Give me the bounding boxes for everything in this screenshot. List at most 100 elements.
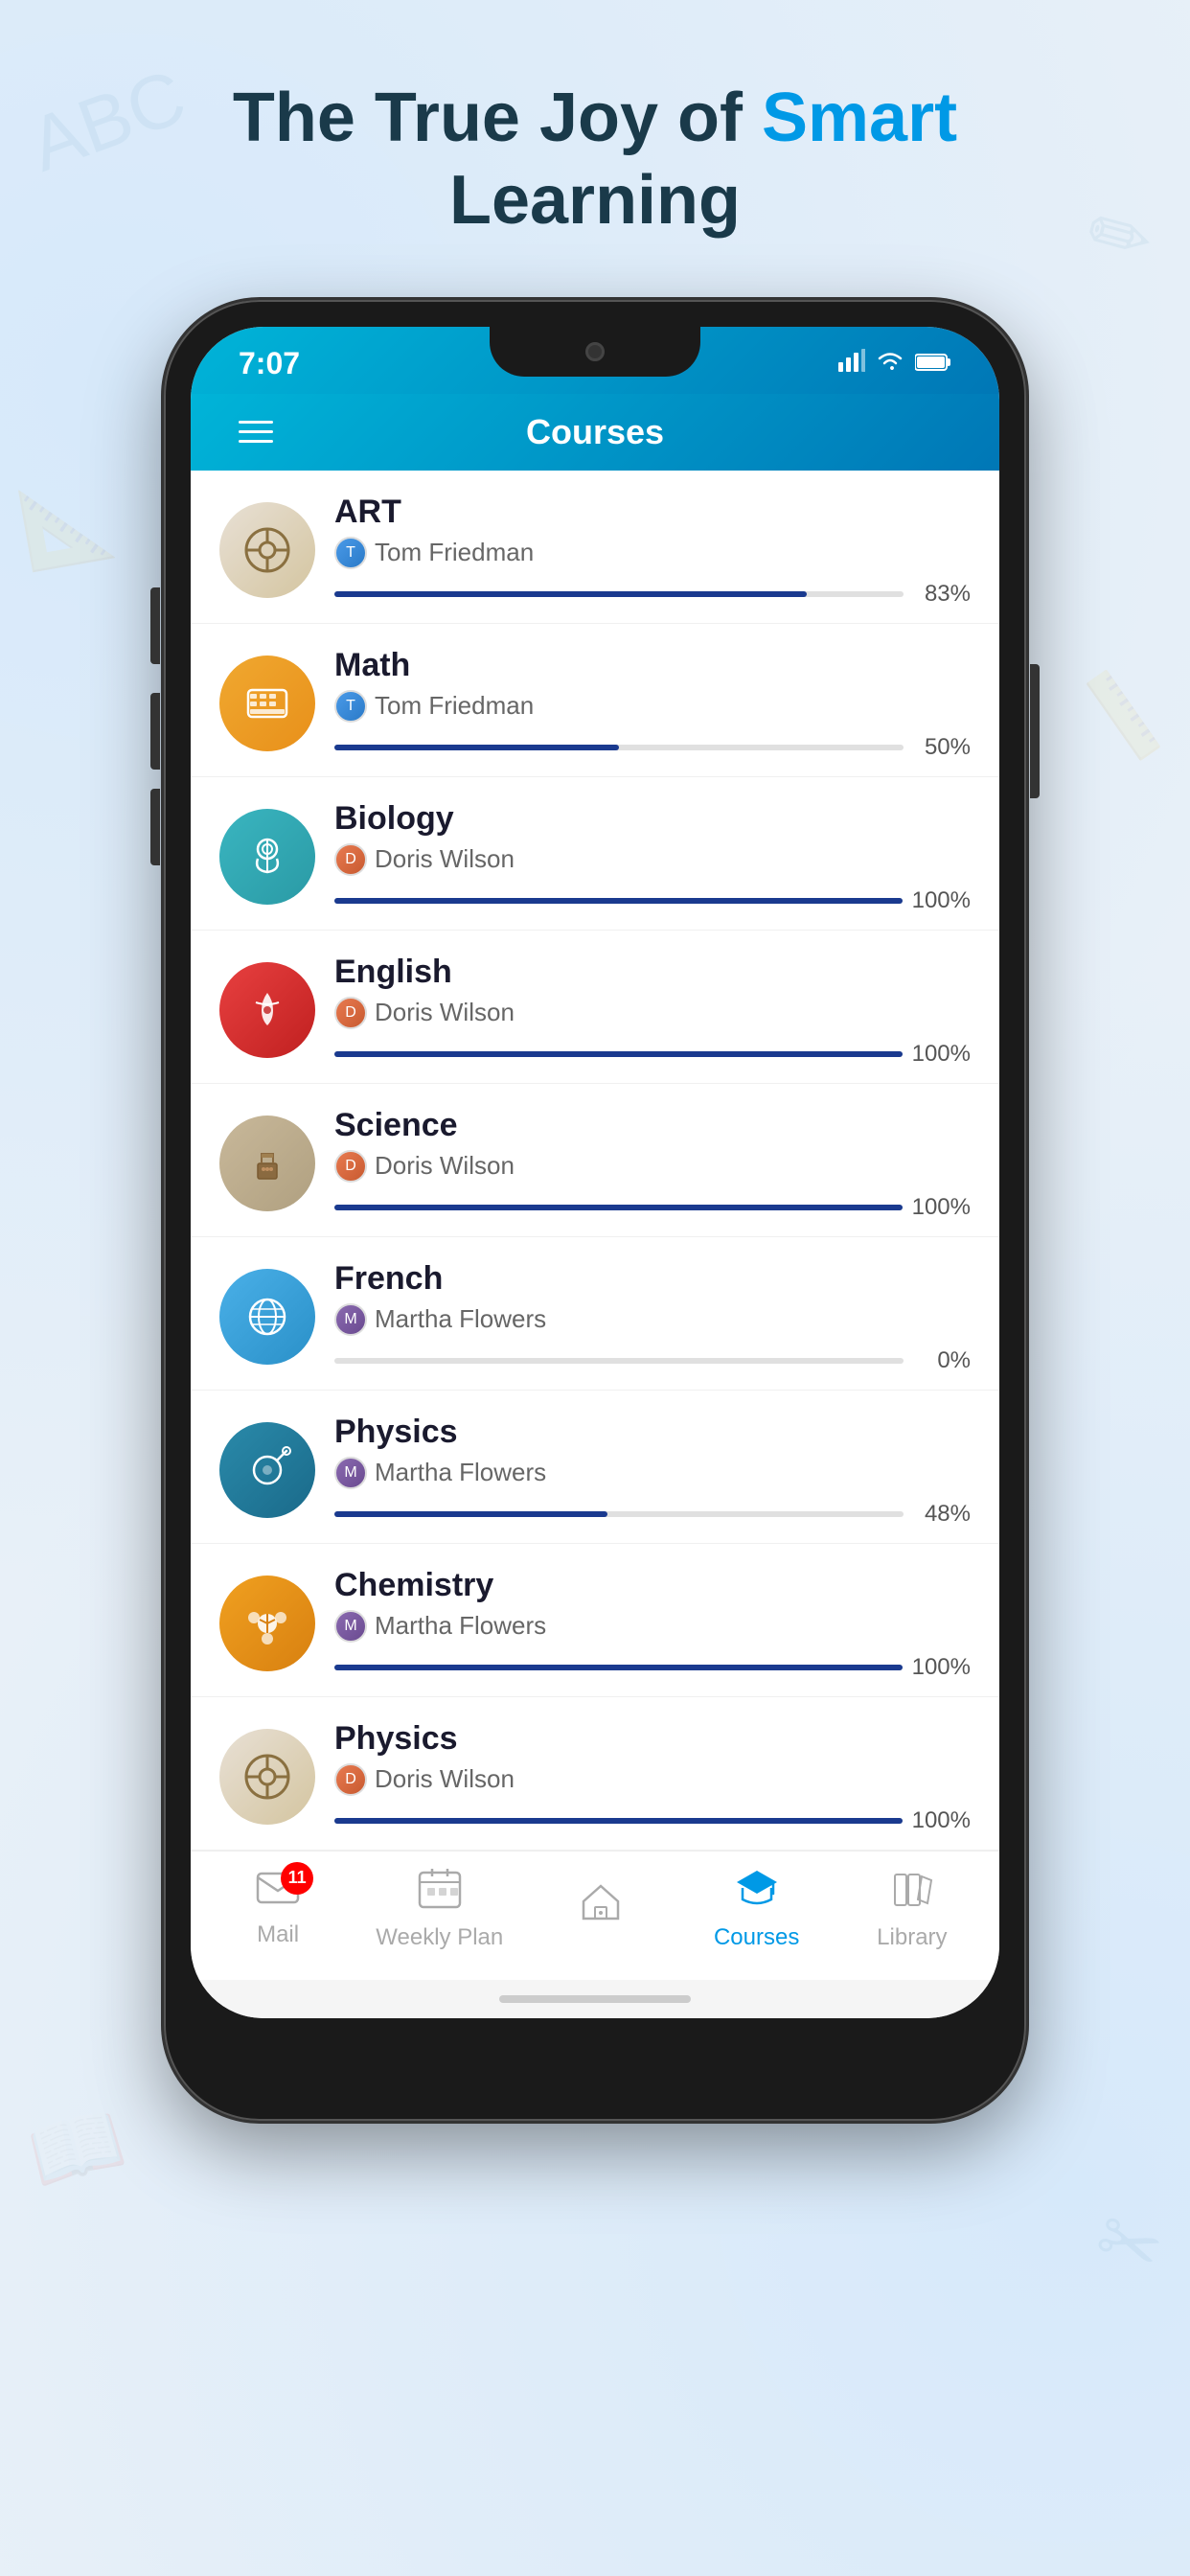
progress-percent-english: 100%: [912, 1041, 971, 1068]
teacher-name-english: Doris Wilson: [375, 998, 515, 1027]
library-icon: [891, 1867, 933, 1919]
teacher-avatar-martha-che: M: [334, 1610, 367, 1643]
tab-weekly-plan[interactable]: Weekly Plan: [376, 1867, 503, 1951]
teacher-name-chemistry: Martha Flowers: [375, 1611, 546, 1641]
teacher-avatar-doris-sci: D: [334, 1150, 367, 1183]
tab-bar: 11 Mail Weekly Plan: [191, 1851, 999, 1980]
teacher-avatar-tom: T: [334, 537, 367, 569]
tab-library[interactable]: Library: [855, 1867, 970, 1951]
course-item-math[interactable]: Math T Tom Friedman 50%: [191, 624, 999, 777]
progress-bar-bg-math: [334, 745, 904, 750]
home-indicator: [191, 1980, 999, 2018]
course-name-physics-doris: Physics: [334, 1720, 971, 1758]
progress-bar-bg-english: [334, 1051, 903, 1057]
progress-bar-fill-art: [334, 591, 807, 597]
teacher-name-math: Tom Friedman: [375, 691, 534, 721]
mail-badge: 11: [281, 1862, 313, 1895]
teacher-name-french: Martha Flowers: [375, 1304, 546, 1334]
phone-screen: 7:07: [191, 327, 999, 2018]
course-teacher-art: T Tom Friedman: [334, 537, 971, 569]
progress-bar-fill-math: [334, 745, 619, 750]
nav-title: Courses: [526, 412, 664, 452]
weekly-plan-icon: [418, 1867, 462, 1919]
tab-mail[interactable]: 11 Mail: [220, 1870, 335, 1948]
teacher-avatar-doris-eng: D: [334, 997, 367, 1029]
course-name-biology: Biology: [334, 800, 971, 838]
course-name-science: Science: [334, 1107, 971, 1144]
course-icon-physics-martha: [219, 1422, 315, 1518]
tab-library-label: Library: [877, 1924, 947, 1951]
teacher-name-science: Doris Wilson: [375, 1151, 515, 1181]
course-name-english: English: [334, 954, 971, 991]
course-item-physics-doris[interactable]: Physics D Doris Wilson 100%: [191, 1697, 999, 1851]
course-item-science[interactable]: Science D Doris Wilson 100%: [191, 1084, 999, 1237]
course-teacher-chemistry: M Martha Flowers: [334, 1610, 971, 1643]
course-item-physics-martha[interactable]: Physics M Martha Flowers 48%: [191, 1391, 999, 1544]
teacher-avatar-martha-fre: M: [334, 1303, 367, 1336]
progress-percent-science: 100%: [912, 1194, 971, 1221]
course-teacher-math: T Tom Friedman: [334, 690, 971, 723]
progress-chemistry: 100%: [334, 1654, 971, 1681]
home-icon: [580, 1880, 622, 1932]
teacher-name-physics-doris: Doris Wilson: [375, 1764, 515, 1794]
course-icon-science: [219, 1116, 315, 1211]
progress-percent-math: 50%: [913, 734, 971, 761]
course-teacher-physics-martha: M Martha Flowers: [334, 1457, 971, 1489]
course-name-art: ART: [334, 494, 971, 531]
course-info-science: Science D Doris Wilson 100%: [334, 1107, 971, 1221]
teacher-name-physics-martha: Martha Flowers: [375, 1458, 546, 1487]
progress-bar-bg-physics-doris: [334, 1818, 903, 1824]
progress-percent-biology: 100%: [912, 887, 971, 914]
hamburger-menu[interactable]: [239, 421, 273, 443]
progress-bar-fill-chemistry: [334, 1665, 903, 1670]
battery-icon: [915, 349, 951, 379]
tab-home[interactable]: [543, 1880, 658, 1938]
teacher-name-art: Tom Friedman: [375, 538, 534, 567]
teacher-name-biology: Doris Wilson: [375, 844, 515, 874]
course-name-chemistry: Chemistry: [334, 1567, 971, 1604]
course-item-chemistry[interactable]: Chemistry M Martha Flowers 100%: [191, 1544, 999, 1697]
camera: [585, 342, 605, 361]
teacher-avatar-tom-math: T: [334, 690, 367, 723]
course-item-english[interactable]: English D Doris Wilson 100%: [191, 931, 999, 1084]
course-teacher-science: D Doris Wilson: [334, 1150, 971, 1183]
teacher-avatar-doris-phy: D: [334, 1763, 367, 1796]
tab-courses[interactable]: Courses: [699, 1867, 814, 1951]
progress-bar-bg-art: [334, 591, 904, 597]
course-teacher-biology: D Doris Wilson: [334, 843, 971, 876]
course-info-biology: Biology D Doris Wilson 100%: [334, 800, 971, 914]
progress-bar-bg-biology: [334, 898, 903, 904]
course-icon-art: [219, 502, 315, 598]
progress-percent-art: 83%: [913, 581, 971, 608]
home-indicator-bar: [499, 1995, 691, 2003]
course-info-french: French M Martha Flowers 0%: [334, 1260, 971, 1374]
course-icon-chemistry: [219, 1576, 315, 1671]
nav-bar: Courses: [191, 394, 999, 471]
phone-frame: 7:07: [164, 300, 1026, 2121]
course-info-art: ART T Tom Friedman 83%: [334, 494, 971, 608]
course-item-biology[interactable]: Biology D Doris Wilson 100%: [191, 777, 999, 931]
progress-percent-chemistry: 100%: [912, 1654, 971, 1681]
course-info-english: English D Doris Wilson 100%: [334, 954, 971, 1068]
progress-percent-physics-doris: 100%: [912, 1807, 971, 1834]
tab-weekly-plan-label: Weekly Plan: [376, 1924, 503, 1951]
course-info-physics-martha: Physics M Martha Flowers 48%: [334, 1414, 971, 1528]
progress-science: 100%: [334, 1194, 971, 1221]
progress-physics-doris: 100%: [334, 1807, 971, 1834]
progress-bar-bg-chemistry: [334, 1665, 903, 1670]
wifi-icon: [877, 349, 904, 379]
progress-bar-fill-physics-doris: [334, 1818, 903, 1824]
progress-physics-martha: 48%: [334, 1501, 971, 1528]
teacher-avatar-martha-phy: M: [334, 1457, 367, 1489]
course-item-french[interactable]: French M Martha Flowers 0%: [191, 1237, 999, 1391]
progress-bar-bg-science: [334, 1205, 903, 1210]
course-icon-french: [219, 1269, 315, 1365]
course-icon-math: [219, 656, 315, 751]
course-icon-physics-doris: [219, 1729, 315, 1825]
tab-courses-label: Courses: [714, 1924, 799, 1951]
progress-bar-fill-biology: [334, 898, 903, 904]
progress-art: 83%: [334, 581, 971, 608]
progress-bar-bg-french: [334, 1358, 904, 1364]
course-item-art[interactable]: ART T Tom Friedman 83%: [191, 471, 999, 624]
progress-english: 100%: [334, 1041, 971, 1068]
